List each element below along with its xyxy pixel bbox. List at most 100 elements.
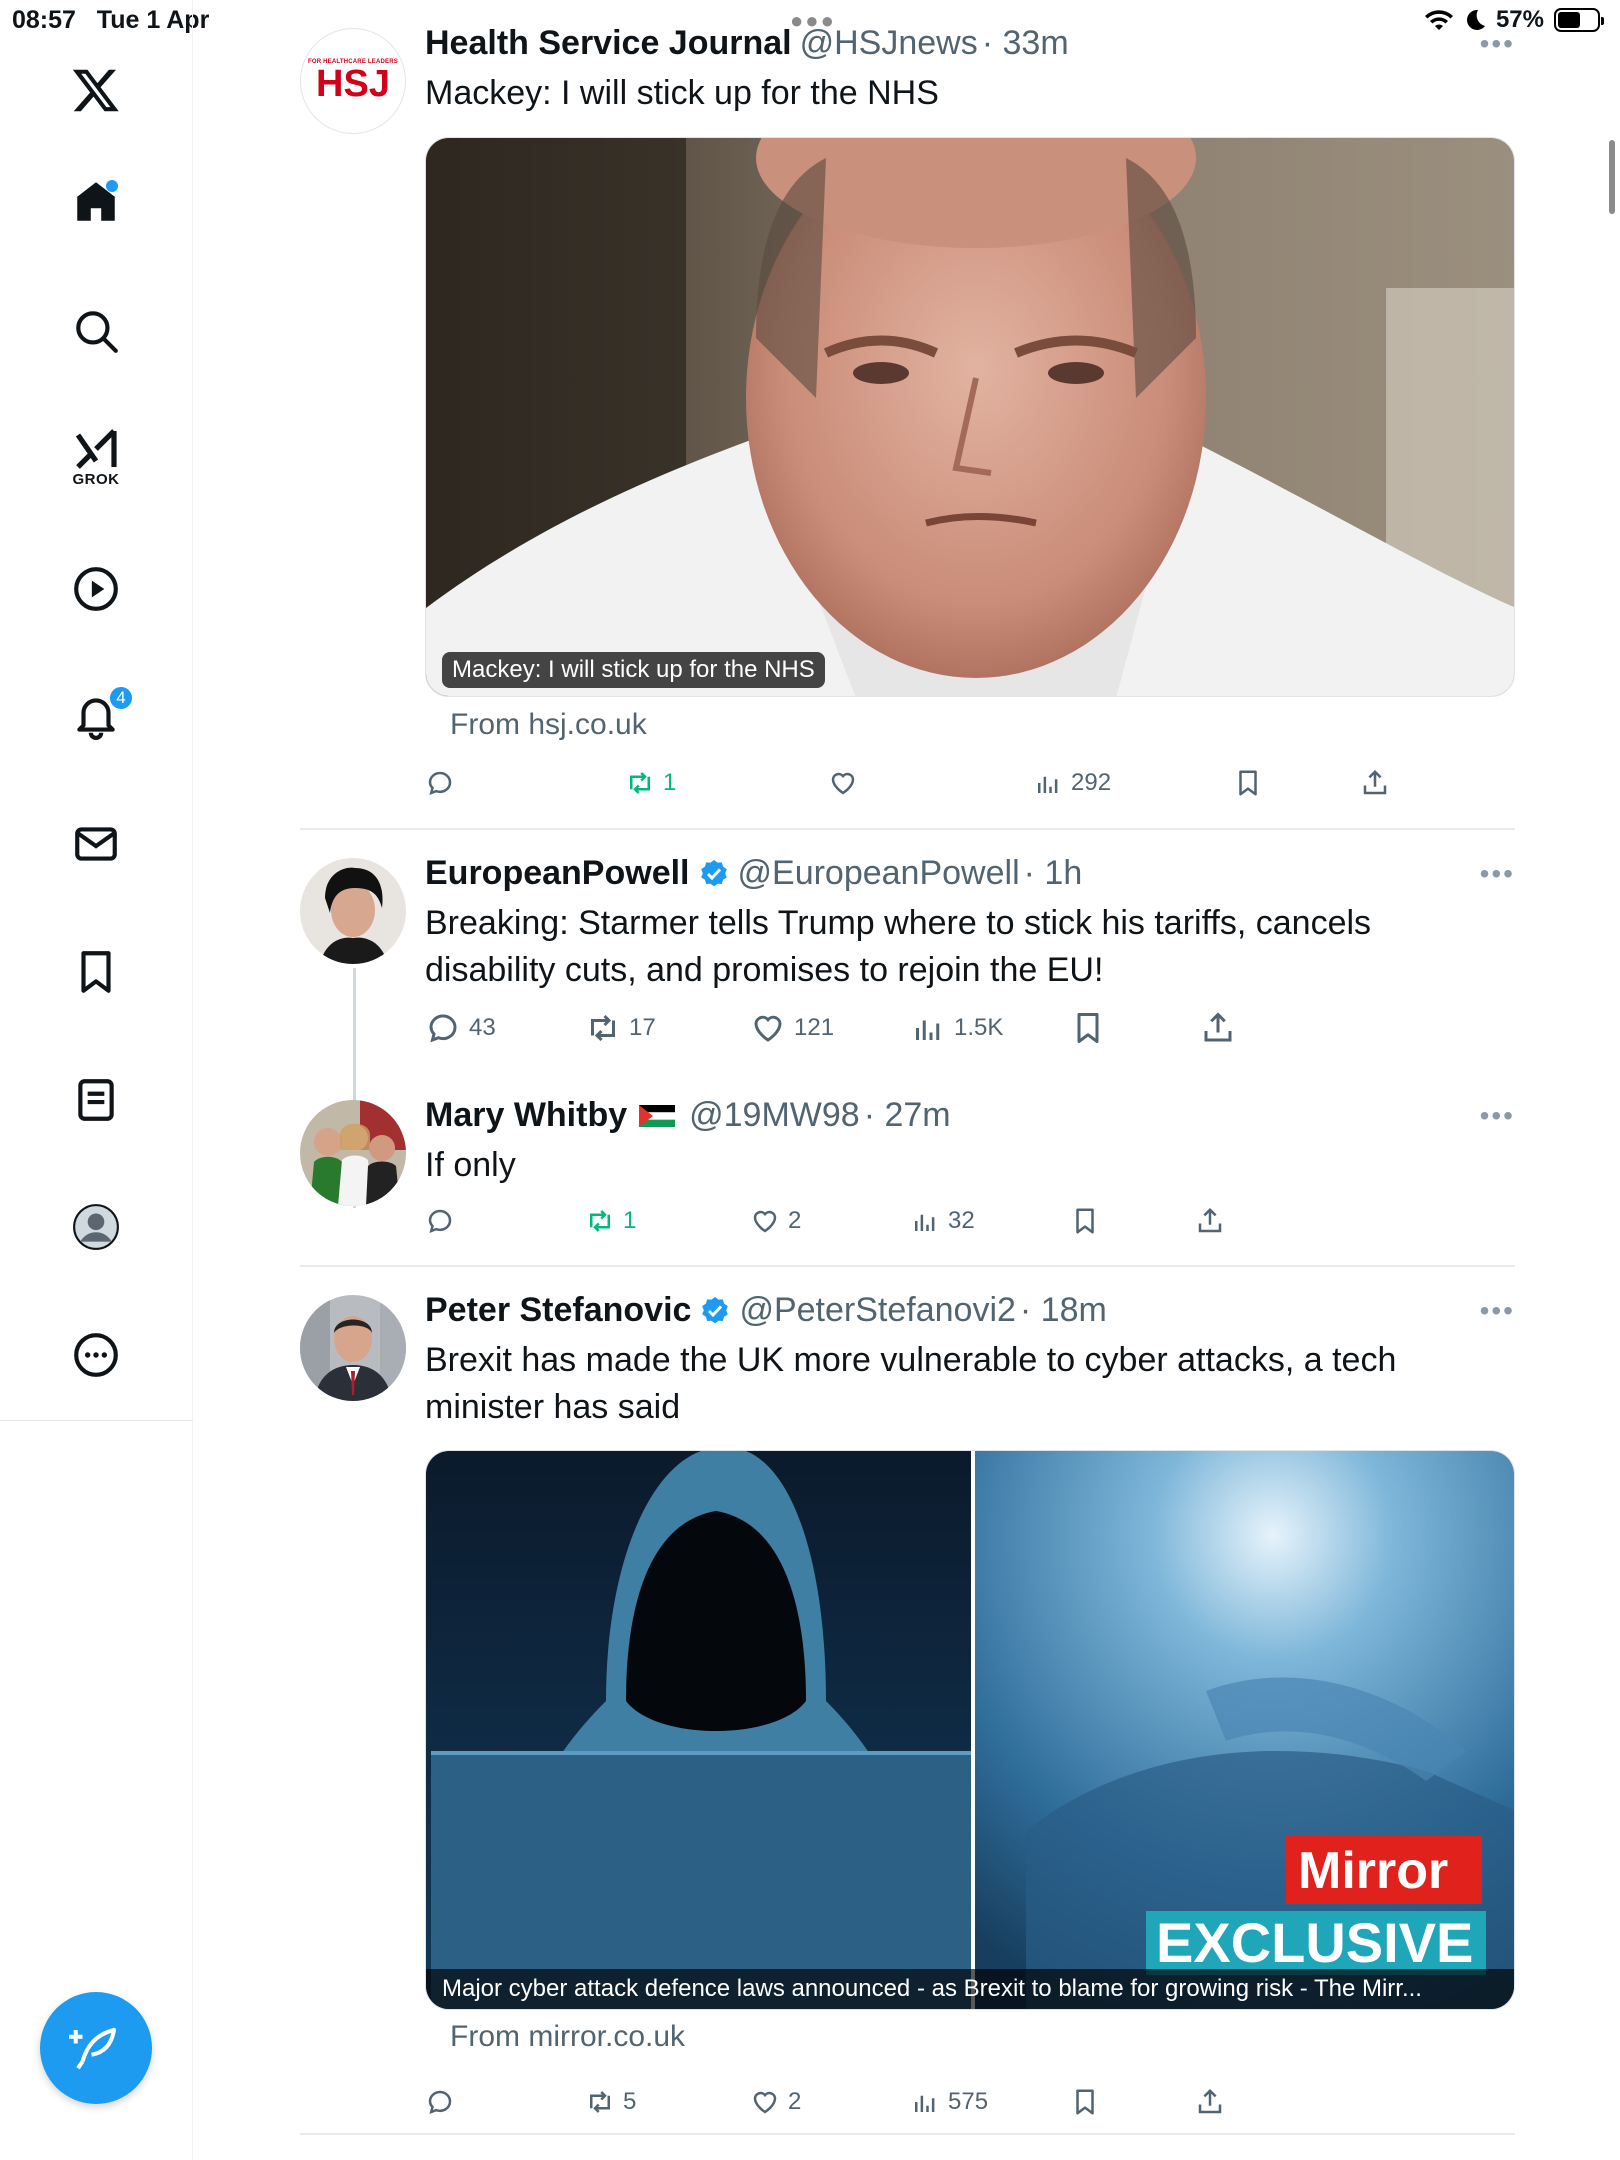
like-icon	[753, 2091, 777, 2114]
share-button[interactable]	[1195, 1206, 1225, 1236]
video-icon[interactable]	[56, 549, 136, 629]
more-options-icon[interactable]: •••	[1480, 28, 1515, 60]
post[interactable]: EuropeanPowell @EuropeanPowell · 1h ••• …	[300, 854, 1515, 1208]
reply-button[interactable]	[425, 768, 463, 798]
verified-badge-icon	[700, 859, 727, 886]
profile-icon[interactable]	[56, 1187, 136, 1267]
repost-icon	[590, 2091, 610, 2113]
views-icon	[915, 2095, 935, 2112]
like-icon	[754, 1015, 782, 1042]
post-time: · 1h	[1023, 854, 1083, 892]
reply-button[interactable]	[425, 1206, 463, 1236]
repost-button[interactable]: 17	[585, 1010, 656, 1046]
battery-icon	[1554, 8, 1604, 32]
bookmark-icon	[1239, 770, 1257, 796]
author-name[interactable]: Peter Stefanovic	[425, 1291, 691, 1330]
bookmark-button[interactable]	[1233, 768, 1263, 798]
author-handle[interactable]: @HSJnews	[800, 24, 978, 63]
author-name[interactable]: EuropeanPowell	[425, 854, 690, 893]
verified-badge-icon	[702, 1296, 729, 1323]
post[interactable]: Mary Whitby @19MW98 · 27m ••• If only 1 …	[300, 1096, 1515, 1250]
repost-button[interactable]: 1	[625, 768, 676, 798]
share-button[interactable]	[1360, 768, 1390, 798]
reply-button[interactable]: 43	[425, 1010, 496, 1046]
grok-icon[interactable]: GROK	[56, 417, 136, 497]
sidebar-divider	[0, 1420, 193, 1421]
repost-icon	[591, 1014, 615, 1042]
post-text: Breaking: Starmer tells Trump where to s…	[425, 904, 1372, 989]
reply-icon	[429, 1014, 457, 1043]
post-actions: 43 17 121 1.5K	[425, 1010, 1485, 1050]
notifications-icon[interactable]: 4	[56, 675, 136, 755]
like-button[interactable]: 121	[750, 1010, 834, 1046]
compose-button[interactable]	[40, 1992, 152, 2104]
bookmarks-icon[interactable]	[56, 932, 136, 1012]
messages-icon[interactable]	[56, 804, 136, 884]
post-header: Peter Stefanovic @PeterStefanovi2 · 18m	[425, 1291, 1107, 1330]
post-text: If only	[425, 1146, 516, 1184]
bookmark-icon	[1076, 2089, 1094, 2115]
reply-icon	[428, 771, 452, 796]
bookmark-button[interactable]	[1070, 2087, 1100, 2117]
post-text: Mackey: I will stick up for the NHS	[425, 74, 939, 112]
share-icon	[1363, 769, 1387, 795]
card-image	[426, 138, 1514, 696]
like-icon	[753, 1210, 777, 1233]
repost-button[interactable]: 1	[585, 1206, 636, 1236]
views-button[interactable]: 292	[1033, 768, 1111, 798]
author-name[interactable]: Health Service Journal	[425, 24, 792, 63]
grok-label: GROK	[72, 470, 120, 488]
post-actions: 1 2 32	[425, 1206, 1485, 1246]
sidebar: GROK 4	[0, 0, 193, 2160]
avatar[interactable]: FOR HEALTHCARE LEADERS HSJ	[300, 28, 406, 134]
share-button[interactable]	[1200, 1010, 1236, 1046]
notification-badge: 4	[108, 685, 134, 711]
bookmark-button[interactable]	[1070, 1206, 1100, 1236]
scrollbar[interactable]	[1609, 140, 1615, 214]
repost-button[interactable]: 5	[585, 2087, 636, 2117]
reply-icon	[428, 2090, 452, 2115]
views-button[interactable]: 575	[910, 2087, 988, 2117]
lists-icon[interactable]	[56, 1060, 136, 1140]
like-button[interactable]: 2	[750, 2087, 801, 2117]
post-time: · 18m	[1019, 1291, 1107, 1329]
share-button[interactable]	[1195, 2087, 1225, 2117]
like-button[interactable]: 2	[750, 1206, 801, 1236]
palestine-flag-icon	[639, 1104, 676, 1127]
author-handle[interactable]: @19MW98	[689, 1096, 860, 1135]
card-caption: Major cyber attack defence laws announce…	[426, 1969, 1514, 2009]
bookmark-button[interactable]	[1070, 1010, 1106, 1046]
card-source[interactable]: From hsj.co.uk	[450, 708, 647, 742]
compose-icon	[69, 2027, 117, 2070]
search-icon[interactable]	[56, 291, 136, 371]
more-options-icon[interactable]: •••	[1480, 1295, 1515, 1327]
post-actions: 1 292	[425, 768, 1485, 808]
like-icon	[831, 772, 855, 795]
x-logo-icon[interactable]	[56, 50, 136, 130]
post[interactable]: Peter Stefanovic @PeterStefanovi2 · 18m …	[300, 1291, 1515, 2130]
post-actions: 5 2 575	[425, 2087, 1485, 2127]
card-source[interactable]: From mirror.co.uk	[450, 2020, 685, 2054]
share-icon	[1198, 2088, 1222, 2114]
more-icon[interactable]	[56, 1315, 136, 1395]
views-button[interactable]: 1.5K	[910, 1010, 1003, 1046]
more-options-icon[interactable]: •••	[1480, 1100, 1515, 1132]
author-handle[interactable]: @EuropeanPowell	[738, 854, 1020, 893]
bookmark-icon	[1077, 1013, 1099, 1043]
views-icon	[916, 1020, 940, 1040]
more-options-icon[interactable]: •••	[1480, 858, 1515, 890]
views-button[interactable]: 32	[910, 1206, 975, 1236]
share-icon	[1198, 1207, 1222, 1233]
reply-button[interactable]	[425, 2087, 463, 2117]
author-name[interactable]: Mary Whitby	[425, 1096, 627, 1135]
link-card[interactable]: Mackey: I will stick up for the NHS	[425, 137, 1515, 697]
avatar[interactable]	[300, 1100, 406, 1206]
link-card[interactable]: Mirror EXCLUSIVE Major cyber attack defe…	[425, 1450, 1515, 2010]
avatar[interactable]	[300, 858, 406, 964]
author-handle[interactable]: @PeterStefanovi2	[739, 1291, 1015, 1330]
avatar[interactable]	[300, 1295, 406, 1401]
like-button[interactable]	[828, 768, 866, 798]
post[interactable]: FOR HEALTHCARE LEADERS HSJ Health Servic…	[300, 24, 1515, 828]
home-icon[interactable]	[56, 162, 136, 242]
post-header: Mary Whitby @19MW98 · 27m	[425, 1096, 951, 1135]
